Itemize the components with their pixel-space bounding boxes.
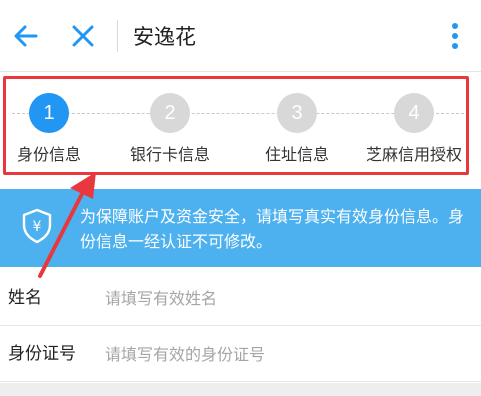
bottom-spacer xyxy=(0,383,481,396)
step-label: 银行卡信息 xyxy=(129,145,210,164)
id-number-label: 身份证号 xyxy=(8,344,76,364)
app-header: 安逸花 xyxy=(0,0,481,72)
step-number-badge: 3 xyxy=(277,93,317,133)
name-row: 姓名 xyxy=(0,270,481,326)
more-vertical-icon xyxy=(452,23,458,49)
more-menu-button[interactable] xyxy=(443,18,467,54)
identity-form: 姓名 身份证号 xyxy=(0,270,481,382)
header-divider xyxy=(117,20,118,52)
close-icon xyxy=(72,25,94,47)
notice-text: 为保障账户及资金安全，请填写真实有效身份信息。身份信息一经认证不可修改。 xyxy=(80,207,465,251)
back-button[interactable] xyxy=(8,18,44,54)
id-number-input[interactable] xyxy=(105,338,465,370)
name-label: 姓名 xyxy=(8,288,42,308)
step-progress: 1 身份信息 2 银行卡信息 3 住址信息 4 芝麻信用授权 xyxy=(0,73,481,183)
step-label: 身份信息 xyxy=(16,145,81,164)
back-arrow-icon xyxy=(14,25,38,47)
step-number-badge: 4 xyxy=(394,93,434,133)
step-number-badge: 1 xyxy=(29,93,69,133)
step-label: 芝麻信用授权 xyxy=(365,145,462,164)
step-sesame-credit: 4 芝麻信用授权 xyxy=(354,93,474,165)
close-button[interactable] xyxy=(65,18,101,54)
step-identity: 1 身份信息 xyxy=(0,93,109,165)
step-address: 3 住址信息 xyxy=(237,93,357,165)
shield-yuan-icon: ¥ xyxy=(22,208,52,244)
name-input[interactable] xyxy=(105,282,465,314)
id-number-row: 身份证号 xyxy=(0,326,481,382)
step-number-badge: 2 xyxy=(150,93,190,133)
step-label: 住址信息 xyxy=(264,145,329,164)
step-bank-card: 2 银行卡信息 xyxy=(110,93,230,165)
page-title: 安逸花 xyxy=(133,25,196,49)
svg-text:¥: ¥ xyxy=(33,219,42,235)
